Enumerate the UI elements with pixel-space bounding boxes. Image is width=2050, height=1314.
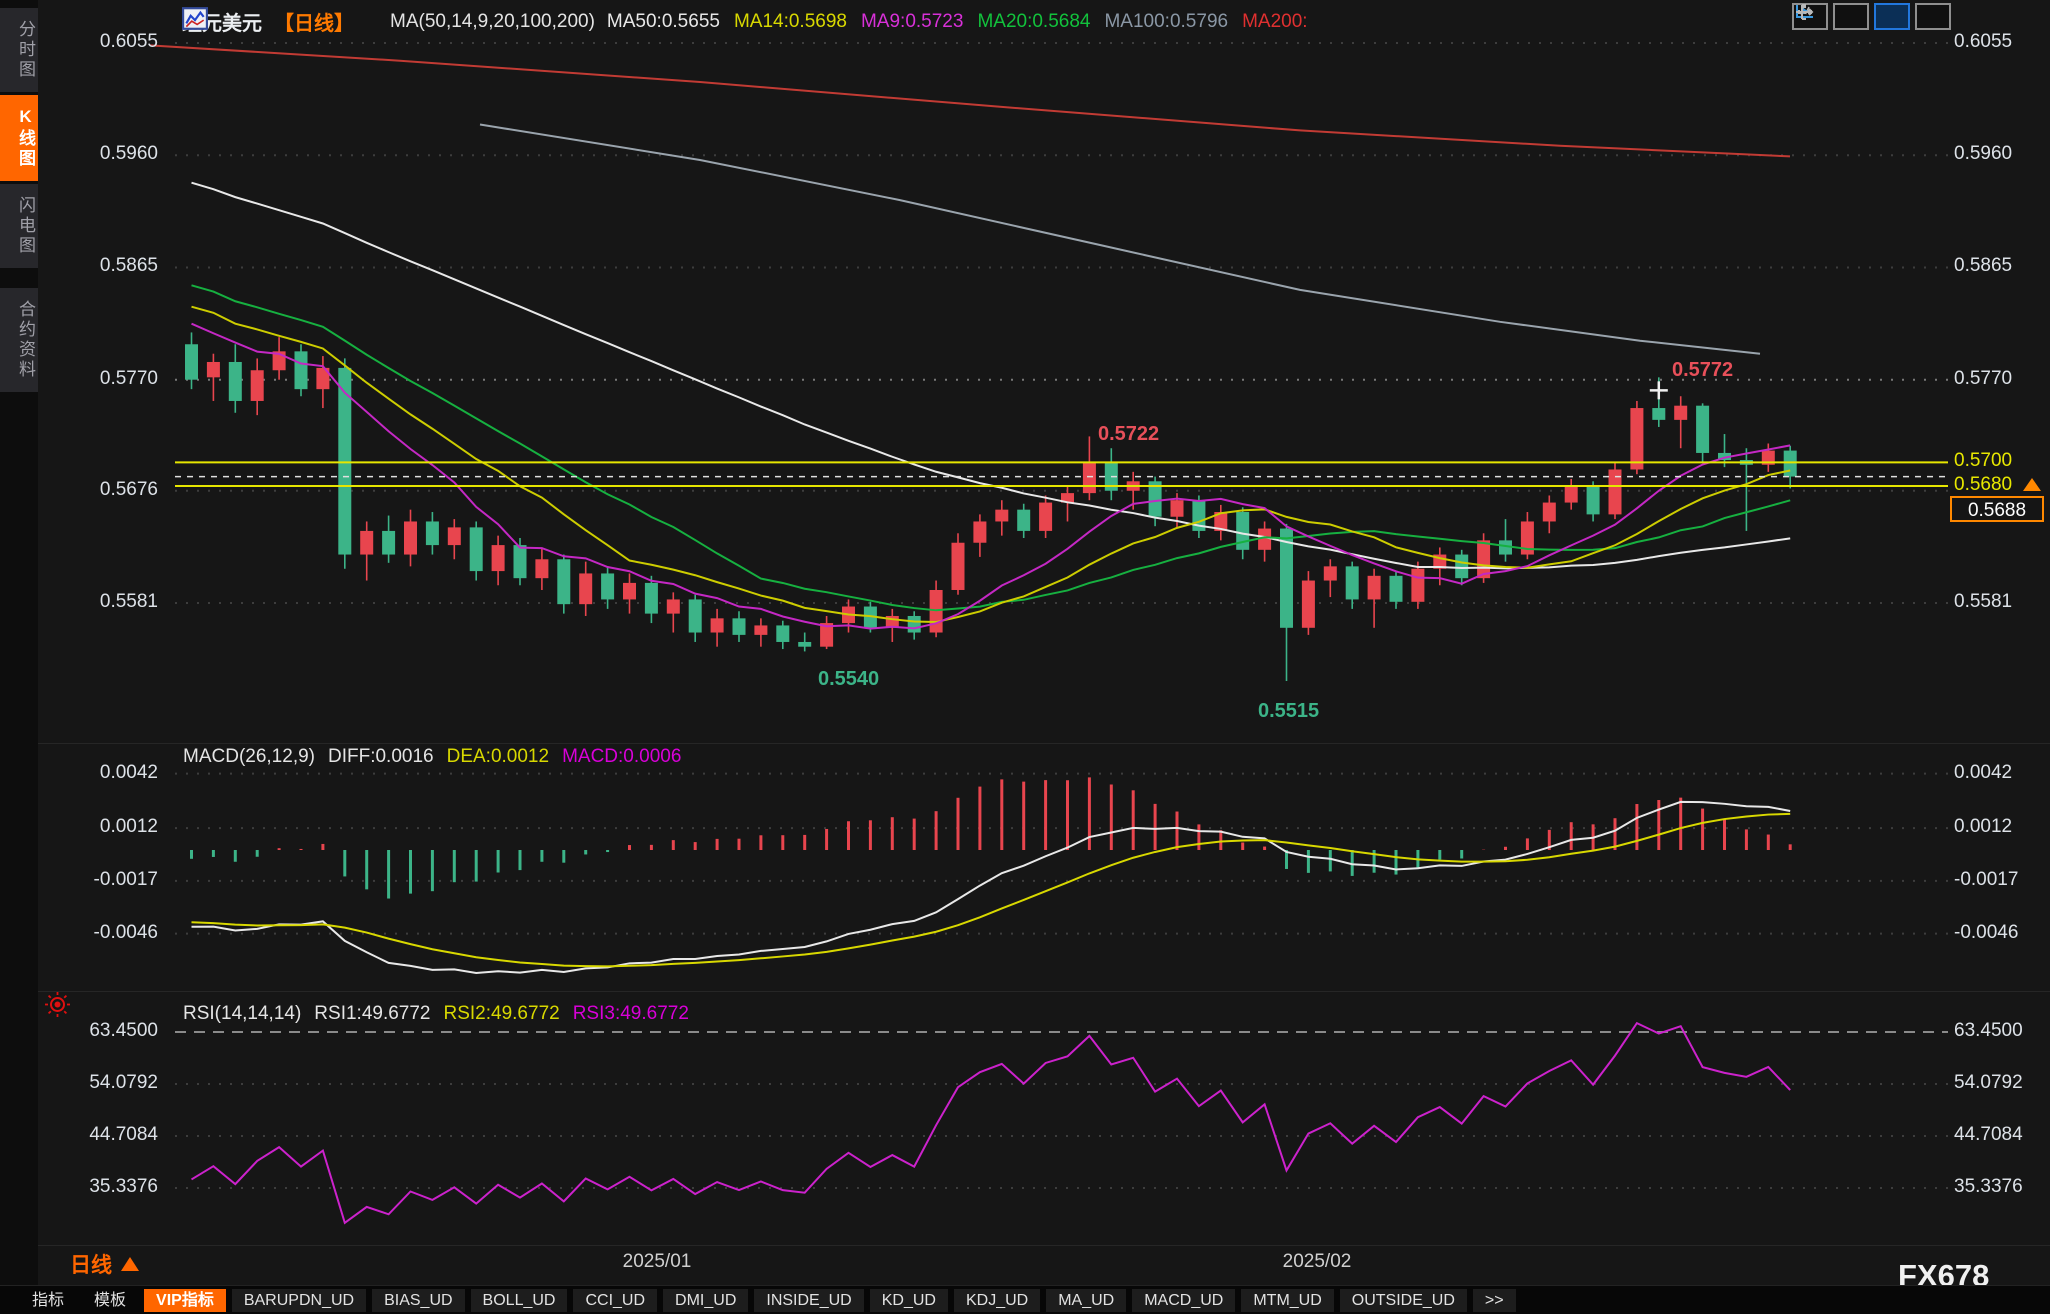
chart-header: 纽元美元 【日线】 MA(50,14,9,20,100,200) MA50:0.… [182, 7, 1308, 36]
x-axis-label-jan: 2025/01 [597, 1251, 717, 1273]
ma-settings: MA(50,14,9,20,100,200) [390, 11, 595, 33]
fit-scale-icon[interactable] [1833, 3, 1869, 30]
bottom-tab-0[interactable]: 指标 [20, 1289, 76, 1312]
rsi3-value: RSI3:49.6772 [573, 1003, 689, 1025]
ma-legend: MA50:0.5655 MA14:0.5698 MA9:0.5723 MA20:0.5… [607, 11, 1308, 33]
macd-dea-value: DEA:0.0012 [447, 746, 549, 768]
current-price-box: 0.5688 [1950, 496, 2044, 522]
bottom-tab-2[interactable]: VIP指标 [144, 1289, 226, 1312]
trading-app: 分时图K线图闪电图合约资料 纽元美元 【日线】 MA(50,14,9,20,10… [0, 0, 2050, 1314]
macd-params: MACD(26,12,9) [183, 746, 315, 768]
indicator-tab-bar: 指标模板 VIP指标 BARUPDN_UD BIAS_UD BOLL_UDCCI_UD D… [0, 1285, 2050, 1314]
bottom-tab-7[interactable]: DMI_UD [663, 1289, 748, 1312]
period-label: 【日线】 [274, 7, 354, 36]
bottom-tab-8[interactable]: INSIDE_UD [754, 1289, 863, 1312]
auto-scroll-icon[interactable] [1874, 3, 1910, 30]
bottom-tab-3[interactable]: BARUPDN_UD [232, 1289, 366, 1312]
sidebar-item-0[interactable]: 分时图 [0, 8, 38, 92]
sidebar-item-2[interactable]: 闪电图 [0, 184, 38, 268]
bottom-tab-15[interactable]: >> [1473, 1289, 1516, 1312]
annotation-swing-high: 0.5722 [1098, 423, 1159, 446]
level-label-upper: 0.5700 [1954, 450, 2012, 472]
rsi1-value: RSI1:49.6772 [314, 1003, 430, 1025]
rsi2-value: RSI2:49.6772 [444, 1003, 560, 1025]
bottom-tab-1[interactable]: 模板 [82, 1289, 138, 1312]
bottom-tab-11[interactable]: MA_UD [1046, 1289, 1126, 1312]
ma-legend-item: MA9:0.5723 [861, 11, 963, 33]
bottom-tab-9[interactable]: KD_UD [870, 1289, 948, 1312]
rsi-params: RSI(14,14,14) [183, 1003, 301, 1025]
chart-type-sidebar: 分时图K线图闪电图合约资料 [0, 0, 38, 1285]
bottom-tab-10[interactable]: KDJ_UD [954, 1289, 1040, 1312]
triangle-up-icon [121, 1257, 139, 1271]
high-cross-marker [1650, 381, 1668, 399]
panel-separator [38, 1245, 2050, 1246]
bottom-tab-12[interactable]: MACD_UD [1132, 1289, 1235, 1312]
chart-svg[interactable] [0, 0, 2050, 1314]
bottom-tab-6[interactable]: CCI_UD [573, 1289, 657, 1312]
ma-legend-item: MA50:0.5655 [607, 11, 720, 33]
annotation-spike-low: 0.5515 [1258, 700, 1319, 723]
ma-legend-item: MA20:0.5684 [977, 11, 1090, 33]
panel-separator [38, 743, 2050, 744]
macd-diff-value: DIFF:0.0016 [328, 746, 434, 768]
x-axis-label-feb: 2025/02 [1257, 1251, 1377, 1273]
ma-legend-item: MA14:0.5698 [734, 11, 847, 33]
sidebar-item-3[interactable]: 合约资料 [0, 288, 38, 392]
bottom-tab-13[interactable]: MTM_UD [1241, 1289, 1333, 1312]
bottom-tab-14[interactable]: OUTSIDE_UD [1340, 1289, 1467, 1312]
period-selector[interactable]: 日线 [70, 1249, 139, 1279]
panel-separator [38, 991, 2050, 992]
macd-macd-value: MACD:0.0006 [562, 746, 681, 768]
level-label-lower: 0.5680 [1954, 474, 2012, 496]
ma-legend-item: MA200: [1242, 11, 1307, 33]
snap-to-latest-icon[interactable] [1915, 3, 1951, 30]
ma-legend-item: MA100:0.5796 [1104, 11, 1228, 33]
bottom-tab-5[interactable]: BOLL_UD [471, 1289, 568, 1312]
macd-header: MACD(26,12,9) DIFF:0.0016 DEA:0.0012 MAC… [183, 746, 681, 768]
latest-price-arrow-icon [2023, 478, 2041, 491]
annotation-recent-high: 0.5772 [1672, 359, 1733, 382]
annotation-jan-low: 0.5540 [818, 668, 879, 691]
period-selector-label: 日线 [70, 1249, 112, 1279]
rsi-header: RSI(14,14,14) RSI1:49.6772 RSI2:49.6772 … [183, 1003, 689, 1025]
sidebar-item-1[interactable]: K线图 [0, 95, 38, 181]
chart-toolbar [1792, 3, 1951, 30]
bottom-tab-4[interactable]: BIAS_UD [372, 1289, 464, 1312]
